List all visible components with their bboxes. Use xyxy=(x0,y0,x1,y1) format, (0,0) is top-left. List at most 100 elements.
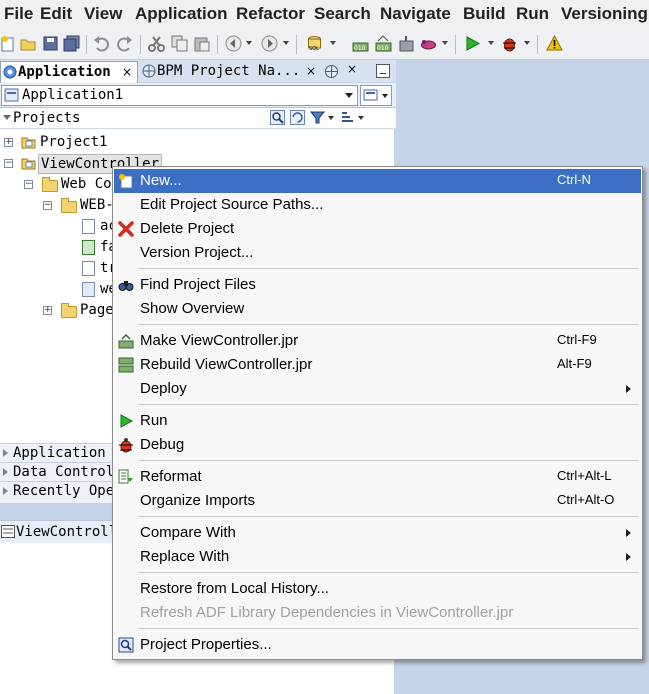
context-menu: New... Ctrl-N Edit Project Source Paths.… xyxy=(112,166,643,660)
menu-refactor[interactable]: Refactor xyxy=(236,4,305,24)
collapse-icon[interactable]: − xyxy=(43,201,52,210)
tab-bpm-project-navigator[interactable]: BPM Project Na... × xyxy=(140,61,320,82)
copy-icon[interactable] xyxy=(171,35,188,52)
menu-item-label: Debug xyxy=(140,436,185,453)
chevron-down-icon[interactable] xyxy=(358,116,364,120)
undo-icon[interactable] xyxy=(93,35,110,52)
profile-icon[interactable] xyxy=(420,35,437,52)
make-icon[interactable]: 010 xyxy=(352,35,369,52)
sql-dropdown-icon[interactable] xyxy=(330,41,336,45)
menu-run[interactable]: Run xyxy=(516,4,549,24)
menu-versioning[interactable]: Versioning xyxy=(561,4,648,24)
menu-navigate[interactable]: Navigate xyxy=(380,4,451,24)
application-menu-button[interactable] xyxy=(360,85,392,106)
menu-item-compare-with[interactable]: Compare With xyxy=(114,521,641,545)
menu-view[interactable]: View xyxy=(84,4,122,24)
menu-item-rebuild[interactable]: Rebuild ViewController.jpr Alt-F9 xyxy=(114,353,641,377)
clean-icon[interactable] xyxy=(398,35,415,52)
menu-item-delete-project[interactable]: Delete Project xyxy=(114,217,641,241)
close-icon[interactable]: × xyxy=(306,61,316,82)
tab-application[interactable]: Application × xyxy=(0,61,138,83)
menu-item-label: Project Properties... xyxy=(140,636,272,653)
expand-icon[interactable]: + xyxy=(4,138,13,147)
close-icon[interactable]: × xyxy=(347,62,357,76)
menu-separator xyxy=(139,324,638,325)
rebuild-icon[interactable]: 010 xyxy=(375,35,392,52)
menu-item-edit-project-source-paths[interactable]: Edit Project Source Paths... xyxy=(114,193,641,217)
collapse-icon[interactable] xyxy=(3,115,11,120)
menu-item-run[interactable]: Run xyxy=(114,409,641,433)
menu-separator xyxy=(139,516,638,517)
back-icon[interactable] xyxy=(225,35,242,52)
menu-item-label: Edit Project Source Paths... xyxy=(140,196,324,213)
new-icon xyxy=(119,174,133,189)
menu-build[interactable]: Build xyxy=(463,4,506,24)
menu-item-new[interactable]: New... Ctrl-N xyxy=(114,169,641,193)
menu-edit[interactable]: Edit xyxy=(40,4,72,24)
menu-item-shortcut: Ctrl+Alt-O xyxy=(557,492,615,507)
accordion-label: Recently Open xyxy=(13,483,123,499)
menu-item-show-overview[interactable]: Show Overview xyxy=(114,297,641,321)
paste-icon[interactable] xyxy=(193,35,210,52)
menu-item-organize-imports[interactable]: Organize Imports Ctrl+Alt-O xyxy=(114,489,641,513)
debug-dropdown-icon[interactable] xyxy=(524,41,530,45)
new-icon[interactable] xyxy=(0,35,17,52)
warning-icon[interactable] xyxy=(546,35,563,52)
run-icon[interactable] xyxy=(464,35,481,52)
menu-item-find-project-files[interactable]: Find Project Files xyxy=(114,273,641,297)
save-all-icon[interactable] xyxy=(63,35,80,52)
save-icon[interactable] xyxy=(42,35,59,52)
sql-icon[interactable]: SQL xyxy=(306,35,323,52)
menu-item-shortcut: Alt-F9 xyxy=(557,356,592,371)
open-icon[interactable] xyxy=(20,35,37,52)
menu-search[interactable]: Search xyxy=(314,4,371,24)
file-icon xyxy=(82,219,95,234)
accordion-label: Data Controls xyxy=(13,464,123,480)
application-selector[interactable]: Application1 xyxy=(1,85,358,106)
filter-icon[interactable] xyxy=(310,110,325,125)
menu-item-restore-from-local-history[interactable]: Restore from Local History... xyxy=(114,577,641,601)
menu-item-version-project[interactable]: Version Project... xyxy=(114,241,641,265)
profile-dropdown-icon[interactable] xyxy=(442,41,448,45)
refresh-icon[interactable] xyxy=(290,110,305,125)
expand-icon xyxy=(3,449,8,457)
forward-dropdown-icon[interactable] xyxy=(283,41,289,45)
run-icon xyxy=(120,414,134,428)
debug-icon[interactable] xyxy=(501,35,518,52)
cut-icon[interactable] xyxy=(148,35,165,52)
xml-file-icon xyxy=(82,261,95,276)
menu-item-reformat[interactable]: Reformat Ctrl+Alt-L xyxy=(114,465,641,489)
menu-item-label: Run xyxy=(140,412,168,429)
back-dropdown-icon[interactable] xyxy=(246,41,252,45)
menu-item-project-properties[interactable]: Project Properties... xyxy=(114,633,641,657)
collapse-icon[interactable]: − xyxy=(24,180,33,189)
chevron-down-icon[interactable] xyxy=(328,116,334,120)
menu-application[interactable]: Application xyxy=(135,4,228,24)
expand-icon[interactable]: + xyxy=(43,306,52,315)
properties-icon xyxy=(118,637,134,653)
search-icon[interactable] xyxy=(270,110,285,125)
main-toolbar: SQL 010 010 xyxy=(0,30,649,60)
minimize-icon[interactable] xyxy=(376,64,390,78)
redo-icon[interactable] xyxy=(116,35,133,52)
menu-item-replace-with[interactable]: Replace With xyxy=(114,545,641,569)
sort-icon[interactable] xyxy=(340,110,355,125)
close-icon[interactable]: × xyxy=(122,62,132,83)
menu-item-make[interactable]: Make ViewController.jpr Ctrl-F9 xyxy=(114,329,641,353)
menu-item-deploy[interactable]: Deploy xyxy=(114,377,641,401)
run-dropdown-icon[interactable] xyxy=(488,41,494,45)
menu-item-label: Reformat xyxy=(140,468,202,485)
accordion-label: Application R xyxy=(13,445,123,461)
forward-icon[interactable] xyxy=(261,35,278,52)
collapse-icon[interactable]: − xyxy=(4,159,13,168)
globe-icon[interactable] xyxy=(324,64,339,79)
tree-item-project1[interactable]: + Project1 xyxy=(0,132,394,152)
toolbar-separator xyxy=(537,35,538,54)
menu-file[interactable]: File xyxy=(4,4,33,24)
folder-icon xyxy=(42,177,58,192)
menu-separator xyxy=(139,572,638,573)
tree-item-label: Page xyxy=(80,302,114,318)
navigator-tabstrip: Application × BPM Project Na... × × xyxy=(0,60,396,83)
menu-item-debug[interactable]: Debug xyxy=(114,433,641,457)
rebuild-icon xyxy=(118,357,134,373)
